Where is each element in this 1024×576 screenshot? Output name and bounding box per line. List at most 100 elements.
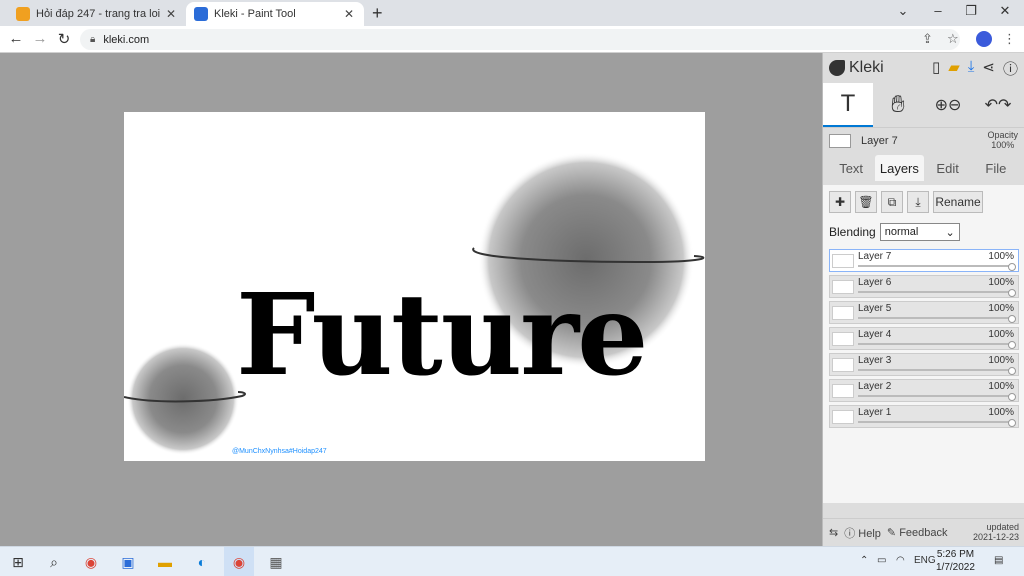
- add-layer-icon[interactable]: ✚: [829, 191, 851, 213]
- close-icon[interactable]: ✕: [164, 7, 178, 21]
- help-link[interactable]: ⓘ Help: [844, 525, 881, 541]
- delete-layer-icon[interactable]: 🗑︎: [855, 191, 877, 213]
- hand-tool-icon[interactable]: ✋︎: [873, 83, 923, 127]
- edge-icon[interactable]: ◐: [192, 552, 212, 572]
- tab-edit[interactable]: Edit: [924, 155, 972, 181]
- layer-item[interactable]: Layer 7 100%: [829, 249, 1019, 272]
- tab-title: Kleki - Paint Tool: [214, 8, 296, 20]
- layer-name: Layer 4: [858, 329, 892, 340]
- slider-handle[interactable]: [1008, 289, 1016, 297]
- minimize-icon[interactable]: –: [928, 3, 948, 18]
- layer-opacity-slider[interactable]: [858, 317, 1012, 319]
- slider-handle[interactable]: [1008, 341, 1016, 349]
- layer-opacity: 100%: [988, 251, 1014, 262]
- url-field[interactable]: 🔒︎ kleki.com: [80, 29, 960, 50]
- chrome-icon[interactable]: ◉: [81, 552, 101, 572]
- tab-file[interactable]: File: [972, 155, 1020, 181]
- swap-icon[interactable]: ⇆: [829, 526, 838, 539]
- layer-item[interactable]: Layer 3 100%: [829, 353, 1019, 376]
- menu-kebab-icon[interactable]: ⋮: [1003, 31, 1016, 47]
- windows-taskbar: ⊞ ⌕ ◉ ▣ ▬ ◐ ◉ ▦ ⌃ ▭ ◠ ENG 5:26 PM 1/7/20…: [0, 546, 1024, 576]
- chrome-active-icon[interactable]: ◉: [229, 552, 249, 572]
- tray-chevron-icon[interactable]: ⌃: [860, 555, 868, 566]
- layer-opacity-slider[interactable]: [858, 421, 1012, 423]
- zoom-icon[interactable]: ⊕⊖: [923, 83, 973, 127]
- tab-text[interactable]: Text: [827, 155, 875, 181]
- search-icon[interactable]: ⌕: [44, 552, 64, 572]
- layer-opacity: 100%: [988, 329, 1014, 340]
- back-icon[interactable]: ←: [7, 30, 25, 47]
- store-icon[interactable]: ▣: [118, 552, 138, 572]
- text-tool-icon[interactable]: T: [823, 83, 873, 127]
- layer-thumbnail: [832, 358, 854, 372]
- opacity-readout: Opacity 100%: [987, 130, 1018, 151]
- undo-redo-icon[interactable]: ↶↷: [973, 83, 1023, 127]
- layer-name: Layer 6: [858, 277, 892, 288]
- layer-name: Layer 1: [858, 407, 892, 418]
- layer-item[interactable]: Layer 5 100%: [829, 301, 1019, 324]
- layer-opacity-slider[interactable]: [858, 395, 1012, 397]
- clock[interactable]: 5:26 PM 1/7/2022: [936, 549, 975, 574]
- layer-item[interactable]: Layer 6 100%: [829, 275, 1019, 298]
- download-icon[interactable]: ⤓: [968, 58, 975, 79]
- layer-thumbnail: [832, 410, 854, 424]
- slider-handle[interactable]: [1008, 393, 1016, 401]
- slider-handle[interactable]: [1008, 263, 1016, 271]
- file-explorer-icon[interactable]: ▬: [155, 552, 175, 572]
- calculator-icon[interactable]: ▦: [266, 552, 286, 572]
- merge-layer-icon[interactable]: ⤓: [907, 191, 929, 213]
- new-tab-icon[interactable]: +: [372, 3, 383, 24]
- slider-handle[interactable]: [1008, 367, 1016, 375]
- window-close-icon[interactable]: ✕: [995, 3, 1015, 19]
- canvas-workspace[interactable]: Future @MunChxNynhsa#Hoidap247: [0, 53, 822, 546]
- layer-opacity: 100%: [988, 381, 1014, 392]
- blending-select[interactable]: normal ⌄: [879, 223, 960, 241]
- tab-layers[interactable]: Layers: [875, 155, 924, 181]
- share-icon[interactable]: ⇪: [922, 31, 933, 47]
- layer-actions: ✚ 🗑︎ ⧉ ⤓ Rename: [823, 185, 1024, 219]
- canvas-text: Future: [236, 270, 646, 401]
- layer-item[interactable]: Layer 1 100%: [829, 405, 1019, 428]
- new-image-icon[interactable]: ▯: [932, 58, 940, 79]
- tab-search-icon[interactable]: ⌄: [893, 3, 913, 19]
- wifi-icon[interactable]: ◠: [896, 555, 905, 566]
- battery-icon[interactable]: ▭: [877, 555, 886, 566]
- blending-label: Blending: [829, 225, 876, 239]
- current-layer-info: Layer 7 Opacity 100%: [823, 127, 1024, 153]
- layer-item[interactable]: Layer 2 100%: [829, 379, 1019, 402]
- panel-footer: ⇆ ⓘ Help ✎ Feedback updated 2021-12-23: [823, 518, 1024, 546]
- duplicate-layer-icon[interactable]: ⧉: [881, 191, 903, 213]
- profile-avatar[interactable]: [976, 31, 992, 47]
- layer-opacity-slider[interactable]: [858, 291, 1012, 293]
- close-icon[interactable]: ✕: [342, 7, 356, 21]
- layer-thumbnail: [832, 280, 854, 294]
- share-icon[interactable]: ⋖: [982, 58, 995, 79]
- address-bar-row: ← → ↻ 🔒︎ kleki.com ⇪ ☆ ⋮: [0, 26, 1024, 53]
- layer-opacity-slider[interactable]: [858, 369, 1012, 371]
- notifications-icon[interactable]: ▤: [994, 555, 1003, 566]
- feedback-link[interactable]: ✎ Feedback: [887, 526, 948, 539]
- slider-handle[interactable]: [1008, 315, 1016, 323]
- feedback-label: Feedback: [899, 527, 948, 539]
- restore-icon[interactable]: ❐: [961, 3, 981, 19]
- windows-start-icon[interactable]: ⊞: [8, 552, 28, 572]
- tab-kleki[interactable]: Kleki - Paint Tool ✕: [186, 2, 364, 26]
- slider-handle[interactable]: [1008, 419, 1016, 427]
- rename-button[interactable]: Rename: [933, 191, 983, 213]
- layer-name: Layer 7: [858, 251, 892, 262]
- layer-opacity-slider[interactable]: [858, 343, 1012, 345]
- drawing-canvas[interactable]: Future @MunChxNynhsa#Hoidap247: [124, 112, 705, 461]
- bookmark-star-icon[interactable]: ☆: [947, 31, 959, 47]
- chevron-down-icon: ⌄: [945, 226, 955, 239]
- language-indicator[interactable]: ENG: [914, 555, 936, 566]
- help-icon[interactable]: ⓘ: [1003, 58, 1018, 79]
- tab-hoidap[interactable]: Hỏi đáp 247 - trang tra loi ✕: [8, 2, 186, 26]
- reload-icon[interactable]: ↻: [55, 30, 73, 48]
- layer-opacity-slider[interactable]: [858, 265, 1012, 267]
- open-folder-icon[interactable]: ▰: [948, 58, 960, 79]
- layer-list: Layer 7 100% Layer 6 100% Layer 5 100% Layer 4…: [823, 245, 1024, 435]
- layer-item[interactable]: Layer 4 100%: [829, 327, 1019, 350]
- help-label: Help: [858, 527, 881, 540]
- tab-title: Hỏi đáp 247 - trang tra loi: [36, 8, 161, 20]
- forward-icon[interactable]: →: [31, 30, 49, 47]
